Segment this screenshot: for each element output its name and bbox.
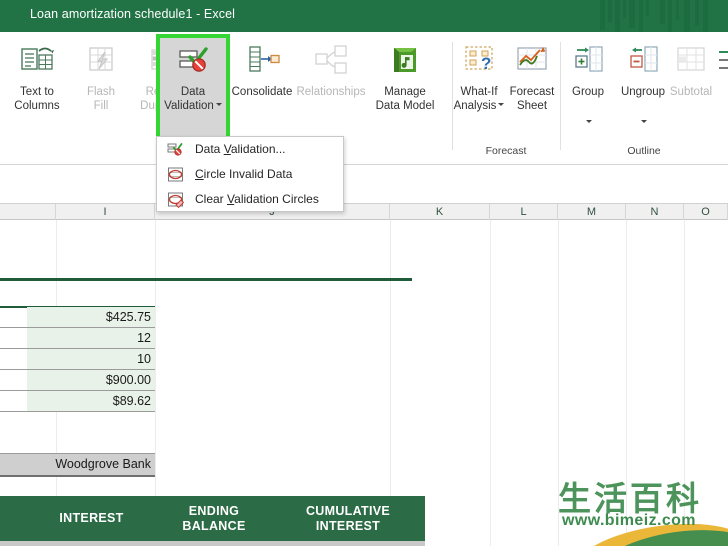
manage-data-model-icon [387, 42, 423, 78]
table-header-interest[interactable]: INTEREST [26, 496, 157, 541]
summary-cell-2[interactable]: 10 [27, 349, 155, 369]
data-validation-icon [167, 141, 184, 158]
table-header-ending-balance[interactable]: ENDING BALANCE [157, 496, 271, 541]
group-icon [570, 42, 606, 78]
svg-text:?: ? [481, 54, 491, 73]
ribbon-button-text-to-columns-label: Text to Columns [14, 86, 60, 112]
column-header-row: I J K L M N O [0, 203, 728, 220]
watermark-text: 生活百科 [558, 479, 702, 518]
column-header-M[interactable]: M [558, 204, 626, 220]
ungroup-icon [625, 42, 661, 78]
column-header-N[interactable]: N [626, 204, 684, 220]
grid-vline [490, 220, 491, 546]
cell-cumulative-interest[interactable]: $16.67 [271, 541, 425, 546]
title-decoration [588, 0, 728, 32]
clear-validation-circles-icon [167, 191, 185, 209]
ribbon-button-data-validation[interactable]: Data Validation [156, 34, 230, 140]
consolidate-icon [244, 42, 280, 78]
ribbon-button-data-validation-label: Data Validation [160, 86, 226, 113]
cell-ending-balance[interactable]: $4,490.92 [157, 541, 271, 546]
ribbon: Forecast Outline Text to Columns Flash F… [0, 32, 728, 165]
ribbon-button-forecast-sheet-label: Forecast Sheet [509, 86, 555, 112]
group-caret-icon[interactable] [563, 114, 613, 132]
subtotal-icon [673, 42, 709, 78]
ribbon-button-flash-fill-label: Flash Fill [86, 86, 116, 112]
ribbon-button-manage-data-model-label: Manage Data Model [375, 86, 435, 112]
menu-item-circle-invalid-data[interactable]: Circle Invalid Data [157, 162, 343, 187]
watermark-url: www.bimeiz.com [562, 512, 696, 529]
lender-cell[interactable]: Woodgrove Bank [0, 454, 155, 475]
column-header-L[interactable]: L [490, 204, 558, 220]
window-title: Loan amortization schedule1 - Excel [30, 7, 236, 21]
data-validation-caret-icon[interactable] [215, 102, 222, 106]
what-if-analysis-caret-icon[interactable] [498, 102, 505, 106]
summary-cell-4[interactable]: $89.62 [27, 391, 155, 411]
text-to-columns-icon [19, 42, 55, 78]
excel-window: Loan amortization schedule1 - Excel Fore… [0, 0, 728, 546]
table-header-partial[interactable] [0, 496, 26, 541]
row-rule [0, 411, 155, 412]
circle-invalid-data-icon [167, 166, 184, 183]
table-row[interactable]: $16.67 $4,490.92 $16.67 [0, 541, 425, 546]
ribbon-button-group[interactable]: Group [563, 38, 613, 136]
ribbon-button-subtotal-label: Subtotal [669, 86, 713, 98]
title-bar: Loan amortization schedule1 - Excel [0, 0, 728, 32]
summary-cell-1[interactable]: 12 [27, 328, 155, 348]
ribbon-button-subtotal[interactable]: Subtotal [662, 38, 720, 136]
summary-cell-0[interactable]: $425.75 [27, 307, 155, 327]
summary-cell-3[interactable]: $900.00 [27, 370, 155, 390]
what-if-analysis-icon: ? [461, 42, 497, 78]
ribbon-button-relationships-label: Relationships [296, 86, 366, 98]
ribbon-button-relationships[interactable]: Relationships [290, 38, 372, 136]
ribbon-button-flash-fill[interactable]: Flash Fill [70, 38, 132, 136]
column-header-K[interactable]: K [390, 204, 490, 220]
menu-item-data-validation-label: Data Validation... [195, 142, 286, 156]
cell-interest[interactable]: $16.67 [26, 541, 157, 546]
flash-fill-icon [83, 42, 119, 78]
lender-bottom-rule [0, 475, 155, 477]
menu-item-clear-validation-circles-label: Clear Validation Circles [195, 192, 319, 206]
ribbon-button-overflow[interactable] [716, 38, 728, 136]
watermark: 生活百科 www.bimeiz.com [552, 472, 728, 546]
ribbon-button-text-to-columns[interactable]: Text to Columns [6, 38, 68, 136]
title-rule [0, 278, 412, 281]
column-header-partial[interactable] [0, 204, 56, 220]
relationships-icon [313, 42, 349, 78]
overflow-icon [713, 42, 728, 78]
ribbon-group-forecast-label: Forecast [485, 145, 527, 157]
ribbon-button-group-label: Group [572, 86, 604, 98]
ribbon-button-forecast-sheet[interactable]: Forecast Sheet [505, 38, 559, 136]
ribbon-button-what-if-analysis-label: What-If Analysis [452, 86, 506, 113]
menu-item-circle-invalid-data-label: Circle Invalid Data [195, 167, 293, 181]
data-validation-icon [175, 42, 211, 78]
forecast-sheet-icon [514, 42, 550, 78]
column-header-I[interactable]: I [56, 204, 155, 220]
menu-item-data-validation[interactable]: Data Validation... [157, 137, 343, 162]
column-header-O[interactable]: O [684, 204, 728, 220]
ribbon-button-consolidate-label: Consolidate [231, 86, 293, 98]
ribbon-group-outline-label: Outline [627, 145, 661, 157]
table-header-cumulative-interest[interactable]: CUMULATIVE INTEREST [271, 496, 425, 541]
ribbon-button-consolidate[interactable]: Consolidate [224, 38, 300, 136]
ribbon-button-what-if-analysis[interactable]: ? What-If Analysis [452, 38, 506, 136]
menu-item-clear-validation-circles[interactable]: Clear Validation Circles [157, 187, 343, 212]
ribbon-button-manage-data-model[interactable]: Manage Data Model [367, 38, 443, 136]
data-validation-dropdown-menu: Data Validation... Circle Invalid Data C… [156, 136, 344, 212]
